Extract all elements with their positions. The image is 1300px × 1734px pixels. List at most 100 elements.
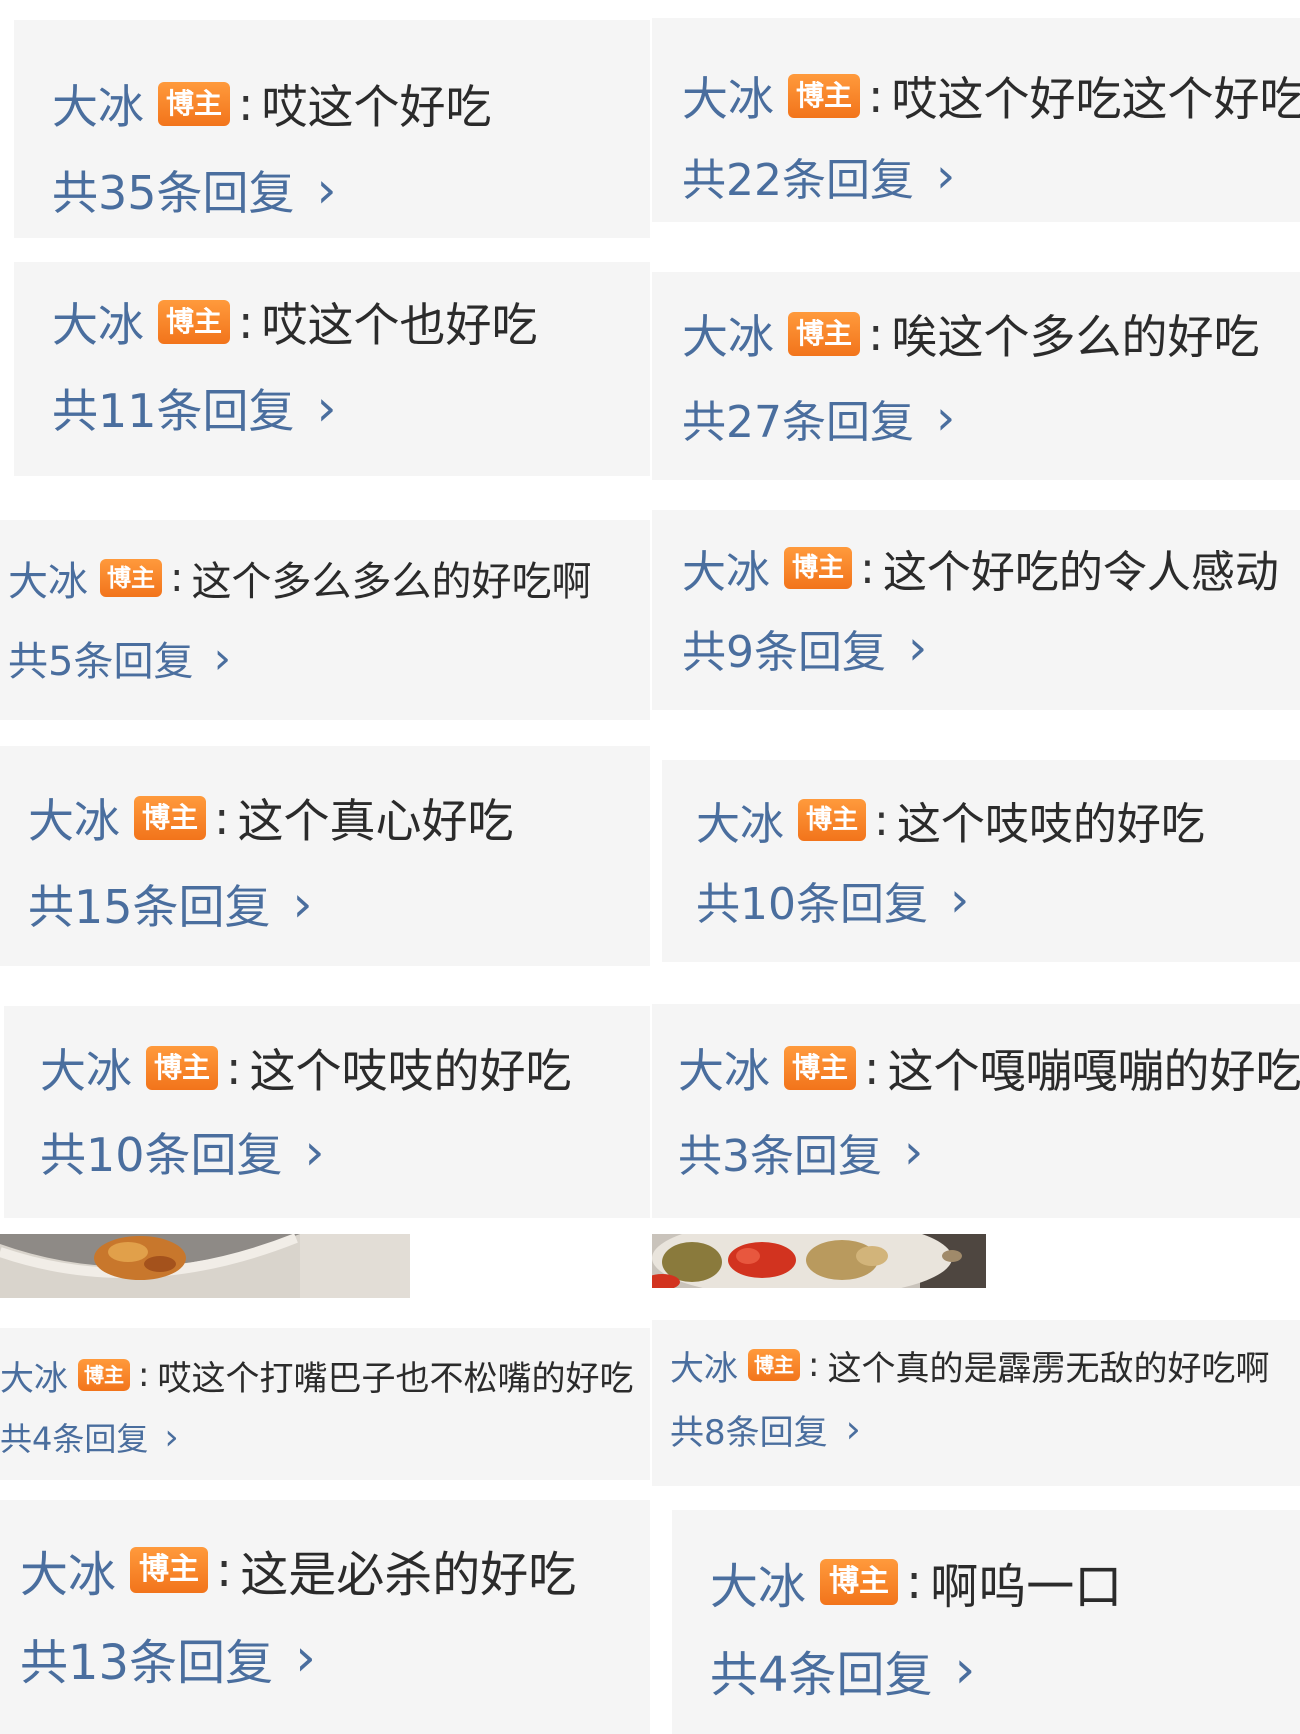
separator: : xyxy=(216,1542,233,1598)
chevron-right-icon: › xyxy=(936,390,956,446)
separator: : xyxy=(864,1041,880,1095)
chevron-right-icon: › xyxy=(316,379,337,437)
view-replies-link[interactable]: 共10条回复 › xyxy=(696,870,969,930)
separator: : xyxy=(868,307,884,361)
comment-text: 这个真的是霹雳无敌的好吃啊 xyxy=(827,1348,1270,1389)
blogger-badge: 博主 xyxy=(784,1046,857,1090)
separator: : xyxy=(860,542,875,594)
comment-text: 这个吱吱的好吃 xyxy=(896,799,1205,850)
view-replies-link[interactable]: 共27条回复 › xyxy=(682,388,955,448)
blogger-badge: 博主 xyxy=(798,799,867,841)
view-replies-link[interactable]: 共3条回复 › xyxy=(678,1122,923,1182)
comment-card[interactable]: 大冰 博主 : 这个吱吱的好吃 共10条回复 › xyxy=(4,1006,650,1218)
blogger-badge: 博主 xyxy=(158,82,231,126)
separator: : xyxy=(238,77,254,131)
replies-count: 共35条回复 xyxy=(52,166,295,220)
replies-count: 共8条回复 xyxy=(670,1412,828,1453)
author-name[interactable]: 大冰 xyxy=(20,1535,116,1605)
comment-card[interactable]: 大冰 博主 : 这个真的是霹雳无敌的好吃啊 共8条回复 › xyxy=(652,1320,1300,1486)
chevron-right-icon: › xyxy=(950,872,970,928)
view-replies-link[interactable]: 共22条回复 › xyxy=(682,146,955,206)
author-name[interactable]: 大冰 xyxy=(682,63,774,129)
blogger-badge: 博主 xyxy=(146,1046,219,1090)
view-replies-link[interactable]: 共4条回复 › xyxy=(710,1638,975,1703)
replies-count: 共4条回复 xyxy=(0,1420,149,1458)
replies-count: 共15条回复 xyxy=(28,880,271,934)
comment-card[interactable]: 大冰 博主 : 这个真心好吃 共15条回复 › xyxy=(0,746,650,966)
author-name[interactable]: 大冰 xyxy=(28,785,120,851)
comment-card[interactable]: 大冰 博主 : 啊呜一口 共4条回复 › xyxy=(672,1510,1300,1734)
comment-text: 这是必杀的好吃 xyxy=(240,1547,577,1603)
chevron-right-icon: › xyxy=(304,1123,325,1181)
comment-card[interactable]: 大冰 博主 : 这个多么多么的好吃啊 共5条回复 › xyxy=(0,520,650,720)
author-name[interactable]: 大冰 xyxy=(710,1547,806,1617)
comment-text: 哎这个也好吃 xyxy=(261,298,538,352)
author-name[interactable]: 大冰 xyxy=(8,549,88,607)
view-replies-link[interactable]: 共35条回复 › xyxy=(52,160,337,220)
chevron-right-icon: › xyxy=(908,620,928,676)
chevron-right-icon: › xyxy=(936,148,956,204)
chevron-right-icon: › xyxy=(213,632,232,684)
replies-count: 共9条回复 xyxy=(682,627,886,678)
comment-card[interactable]: 大冰 博主 : 哎这个好吃这个好吃 共22条回复 › xyxy=(652,18,1300,222)
replies-count: 共10条回复 xyxy=(696,879,928,930)
comment-text: 这个好吃的令人感动 xyxy=(882,547,1279,598)
comment-text: 唉这个多么的好吃 xyxy=(891,310,1260,364)
chevron-right-icon: › xyxy=(845,1407,861,1451)
comment-card[interactable]: 大冰 博主 : 这个好吃的令人感动 共9条回复 › xyxy=(652,510,1300,710)
blogger-badge: 博主 xyxy=(100,559,162,597)
comment-text: 哎这个好吃这个好吃 xyxy=(891,72,1300,126)
view-replies-link[interactable]: 共4条回复 › xyxy=(0,1414,179,1460)
author-name[interactable]: 大冰 xyxy=(52,71,144,137)
author-name[interactable]: 大冰 xyxy=(682,301,774,367)
chevron-right-icon: › xyxy=(316,161,337,219)
author-name[interactable]: 大冰 xyxy=(670,1341,738,1390)
comment-card[interactable]: 大冰 博主 : 唉这个多么的好吃 共27条回复 › xyxy=(652,272,1300,480)
replies-count: 共10条回复 xyxy=(40,1128,283,1182)
replies-count: 共4条回复 xyxy=(710,1647,933,1703)
blogger-badge: 博主 xyxy=(820,1559,899,1605)
comment-text: 哎这个打嘴巴子也不松嘴的好吃 xyxy=(157,1358,634,1399)
chevron-right-icon: › xyxy=(292,875,313,933)
comment-card[interactable]: 大冰 博主 : 哎这个也好吃 共11条回复 › xyxy=(14,262,650,476)
comment-text: 啊呜一口 xyxy=(930,1559,1123,1615)
separator: : xyxy=(874,794,889,846)
view-replies-link[interactable]: 共11条回复 › xyxy=(52,378,337,438)
comment-card[interactable]: 大冰 博主 : 这个吱吱的好吃 共10条回复 › xyxy=(662,760,1300,962)
blogger-badge: 博主 xyxy=(134,796,207,840)
comment-card[interactable]: 大冰 博主 : 这是必杀的好吃 共13条回复 › xyxy=(0,1500,650,1734)
separator: : xyxy=(214,791,230,845)
blogger-badge: 博主 xyxy=(788,312,861,356)
view-replies-link[interactable]: 共5条回复 › xyxy=(8,630,231,686)
comment-text: 这个嘎嘣嘎嘣的好吃 xyxy=(887,1044,1300,1098)
comment-card[interactable]: 大冰 博主 : 这个嘎嘣嘎嘣的好吃 共3条回复 › xyxy=(652,1004,1300,1218)
comment-card[interactable]: 大冰 博主 : 哎这个打嘴巴子也不松嘴的好吃 共4条回复 › xyxy=(0,1328,650,1480)
blogger-badge: 博主 xyxy=(748,1349,800,1381)
view-replies-link[interactable]: 共9条回复 › xyxy=(682,620,928,678)
view-replies-link[interactable]: 共8条回复 › xyxy=(670,1406,861,1453)
author-name[interactable]: 大冰 xyxy=(0,1351,68,1400)
blogger-badge: 博主 xyxy=(788,74,861,118)
food-photo xyxy=(0,1234,410,1298)
author-name[interactable]: 大冰 xyxy=(40,1035,132,1101)
view-replies-link[interactable]: 共10条回复 › xyxy=(40,1122,325,1182)
replies-count: 共22条回复 xyxy=(682,155,914,206)
separator: : xyxy=(868,69,884,123)
separator: : xyxy=(170,555,184,601)
view-replies-link[interactable]: 共13条回复 › xyxy=(20,1626,316,1691)
food-photo xyxy=(652,1234,986,1288)
food-photo-graphic xyxy=(0,1234,410,1298)
chevron-right-icon: › xyxy=(164,1416,179,1458)
comment-text: 这个吱吱的好吃 xyxy=(249,1044,572,1098)
separator: : xyxy=(906,1554,923,1610)
author-name[interactable]: 大冰 xyxy=(696,788,784,852)
comment-card[interactable]: 大冰 博主 : 哎这个好吃 共35条回复 › xyxy=(14,20,650,238)
replies-count: 共5条回复 xyxy=(8,639,194,685)
author-name[interactable]: 大冰 xyxy=(682,536,770,600)
author-name[interactable]: 大冰 xyxy=(52,289,144,355)
chevron-right-icon: › xyxy=(295,1628,316,1688)
chevron-right-icon: › xyxy=(904,1124,924,1180)
separator: : xyxy=(238,295,254,349)
view-replies-link[interactable]: 共15条回复 › xyxy=(28,874,313,934)
author-name[interactable]: 大冰 xyxy=(678,1035,770,1101)
